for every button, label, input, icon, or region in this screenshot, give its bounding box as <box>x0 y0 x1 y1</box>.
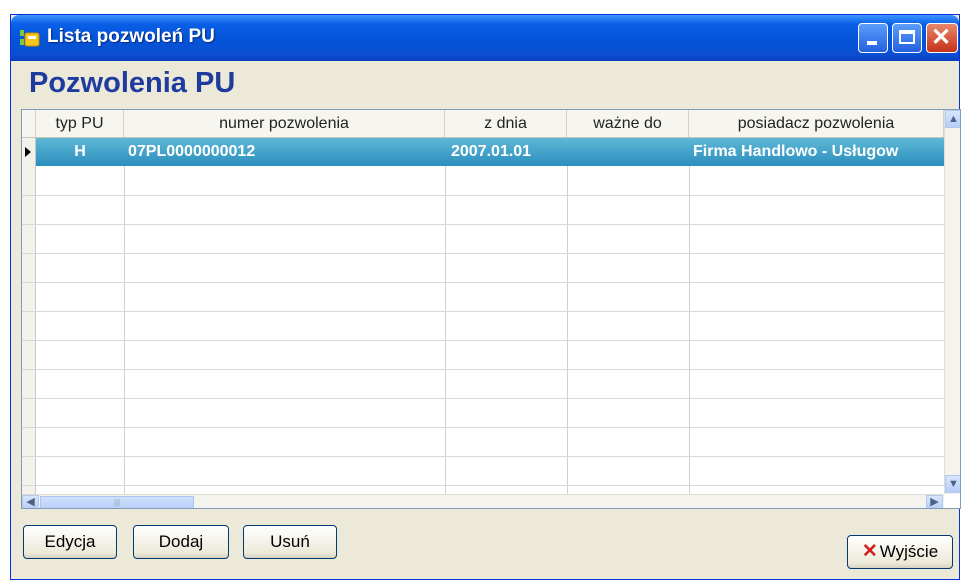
row-divider <box>22 282 944 283</box>
red-x-icon: ✕ <box>861 541 878 562</box>
horizontal-scroll-thumb[interactable]: ||| <box>40 496 194 508</box>
scroll-down-button[interactable]: ▼ <box>945 475 960 493</box>
title-bar[interactable]: Lista pozwoleń PU ✕ <box>11 15 959 61</box>
row-indicator-column <box>22 138 36 496</box>
row-divider <box>22 195 944 196</box>
cell-numer[interactable]: 07PL0000000012 <box>128 138 442 166</box>
column-header-posiadacz[interactable]: posiadacz pozwolenia <box>689 110 944 138</box>
row-divider <box>22 398 944 399</box>
edit-button[interactable]: Edycja <box>23 525 117 559</box>
row-divider <box>22 427 944 428</box>
maximize-icon <box>899 30 915 44</box>
column-header-typ[interactable]: typ PU <box>36 110 124 138</box>
row-divider <box>22 456 944 457</box>
delete-button[interactable]: Usuń <box>243 525 337 559</box>
scroll-up-button[interactable]: ▲ <box>945 110 960 128</box>
exit-button-label: Wyjście <box>879 542 939 561</box>
scroll-right-button[interactable]: ▶ <box>926 495 943 508</box>
add-button[interactable]: Dodaj <box>133 525 229 559</box>
cell-z-dnia[interactable]: 2007.01.01 <box>451 138 563 166</box>
column-header-numer[interactable]: numer pozwolenia <box>124 110 445 138</box>
cell-typ[interactable]: H <box>36 138 124 166</box>
section-title: Pozwolenia PU <box>29 67 236 99</box>
permits-grid[interactable]: typ PU numer pozwolenia z dnia ważne do … <box>21 109 961 509</box>
window-title: Lista pozwoleń PU <box>47 26 215 47</box>
row-divider <box>22 340 944 341</box>
row-divider <box>22 311 944 312</box>
app-icon <box>20 30 40 47</box>
row-divider <box>22 369 944 370</box>
main-window: Lista pozwoleń PU ✕ Pozwolenia PU typ PU… <box>10 14 961 580</box>
horizontal-scrollbar[interactable]: ◀ ||| ▶ <box>22 494 944 508</box>
column-divider <box>567 138 568 496</box>
column-divider <box>124 138 125 496</box>
column-header-wazne-do[interactable]: ważne do <box>567 110 689 138</box>
row-pointer-icon <box>25 147 31 157</box>
cell-wazne-do[interactable] <box>571 138 685 166</box>
maximize-button[interactable] <box>892 23 922 53</box>
minimize-button[interactable] <box>858 23 888 53</box>
column-header-z-dnia[interactable]: z dnia <box>445 110 567 138</box>
column-divider <box>445 138 446 496</box>
close-icon: ✕ <box>931 24 952 51</box>
row-divider <box>22 224 944 225</box>
vertical-scrollbar[interactable]: ▲ ▼ <box>944 110 960 494</box>
exit-button[interactable]: ✕ Wyjście <box>847 535 953 569</box>
scroll-left-button[interactable]: ◀ <box>22 495 39 508</box>
minimize-icon <box>867 41 877 45</box>
row-indicator-header <box>22 110 36 138</box>
cell-posiadacz[interactable]: Firma Handlowo - Usługow <box>693 138 943 166</box>
row-divider <box>22 253 944 254</box>
close-button[interactable]: ✕ <box>926 23 958 53</box>
column-divider <box>689 138 690 496</box>
row-divider <box>22 485 944 486</box>
